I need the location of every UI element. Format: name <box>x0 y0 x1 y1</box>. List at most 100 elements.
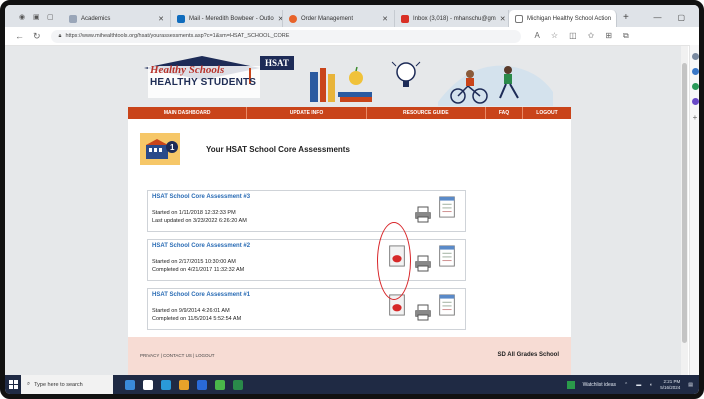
school-building-icon: 1 <box>140 133 180 165</box>
assessment-title-link[interactable]: HSAT School Core Assessment #2 <box>152 243 250 249</box>
refresh-icon[interactable]: ↻ <box>33 31 41 42</box>
address-bar-icons: A ☆ ◫ ✩ ⊞ ⧉ <box>535 31 629 41</box>
document-icon[interactable] <box>438 294 456 316</box>
clock-date: 5/16/2024 <box>660 384 681 390</box>
notifications-icon[interactable]: ▤ <box>688 382 693 388</box>
close-icon[interactable]: ✕ <box>382 15 388 23</box>
tab-label: Mail - Meredith Bowbeer - Outlo <box>189 15 274 22</box>
maximize-icon[interactable]: ▢ <box>677 13 685 22</box>
tab-label: Order Management <box>301 15 354 22</box>
taskbar-search[interactable]: ⌕ Type here to search <box>21 375 113 394</box>
outlook-icon[interactable] <box>197 379 207 390</box>
search-placeholder: Type here to search <box>34 381 83 388</box>
nav-resource-guide[interactable]: RESOURCE GUIDE <box>367 107 486 119</box>
nav-update-info[interactable]: UPDATE INFO <box>247 107 367 119</box>
extensions-icon[interactable]: ⧉ <box>623 31 629 41</box>
browser-sidebar: + <box>689 45 699 375</box>
assessment-title-link[interactable]: HSAT School Core Assessment #1 <box>152 292 250 298</box>
new-tab-button[interactable]: + <box>617 12 629 27</box>
favorite-star-icon[interactable]: ☆ <box>551 31 558 41</box>
excel-icon[interactable] <box>233 379 243 390</box>
search-icon: ⌕ <box>27 381 31 387</box>
favorites-icon[interactable]: ✩ <box>588 31 595 41</box>
assessment-card: HSAT School Core Assessment #1 Started o… <box>147 288 466 330</box>
nav-main-dashboard[interactable]: MAIN DASHBOARD <box>128 107 248 119</box>
tab-order-management[interactable]: Order Management ✕ <box>283 10 395 27</box>
system-tray: Watchlist ideas ⌃ ▬ ◖ 2:21 PM 5/16/2024 … <box>566 379 699 391</box>
clock[interactable]: 2:21 PM 5/16/2024 <box>660 379 680 391</box>
taskbar-apps <box>125 379 243 390</box>
nav-logout[interactable]: LOGOUT <box>523 107 571 119</box>
url-field[interactable]: 🔒︎ https://www.mihealthtools.org/hsat/yo… <box>50 29 521 43</box>
close-icon[interactable]: ✕ <box>500 15 506 23</box>
document-icon[interactable] <box>438 245 456 267</box>
watchlist-text[interactable]: Watchlist ideas <box>583 382 616 388</box>
printer-icon[interactable] <box>414 301 432 323</box>
mail-icon <box>177 14 185 23</box>
scrollbar-thumb[interactable] <box>682 63 687 343</box>
footer-links[interactable]: PRIVACY | CONTACT US | LOGOUT <box>140 353 215 358</box>
read-aloud-icon[interactable]: A <box>535 31 540 41</box>
page-title: Your HSAT School Core Assessments <box>206 145 350 154</box>
back-icon[interactable]: ← <box>15 31 24 42</box>
lock-icon: 🔒︎ <box>58 32 62 39</box>
edge-icon[interactable] <box>161 379 171 390</box>
svg-text:1: 1 <box>170 143 175 152</box>
printer-icon[interactable] <box>414 252 432 274</box>
profile-icon[interactable]: ◉ <box>19 14 27 22</box>
assessment-completed: Completed on 11/5/2014 5:52:54 AM <box>152 316 242 322</box>
page-icon <box>515 14 523 23</box>
watchlist-icon <box>566 380 575 389</box>
tab-label: Michigan Healthy School Action <box>527 15 612 22</box>
collections-icon[interactable]: ⊞ <box>605 31 612 41</box>
order-icon <box>289 14 297 23</box>
browser-tab-strip: ◉ ▣ ▢ Academics ✕ Mail - Meredith Bowbee… <box>5 5 699 27</box>
web-page: Healthy Schools HEALTHY STUDENTS HSAT MA… <box>5 46 688 375</box>
tab-actions-icon[interactable]: ▢ <box>47 14 55 22</box>
site-footer: PRIVACY | CONTACT US | LOGOUT SD All Gra… <box>128 337 571 375</box>
file-explorer-icon[interactable] <box>143 379 153 390</box>
banner-illustration-icon <box>310 61 553 106</box>
printer-icon[interactable] <box>414 203 432 225</box>
tray-chevron-icon[interactable]: ⌃ <box>624 382 628 388</box>
logo-subtitle: HEALTHY STUDENTS <box>150 77 257 88</box>
assessment-updated: Last updated on 3/23/2022 6:26:20 AM <box>152 218 247 224</box>
tab-controls: ◉ ▣ ▢ <box>5 14 63 27</box>
tab-label: Inbox (3,018) - mhanschu@gm <box>413 15 496 22</box>
task-view-icon[interactable] <box>125 379 135 390</box>
chrome-icon[interactable] <box>215 379 225 390</box>
workspaces-icon[interactable]: ▣ <box>33 14 41 22</box>
folder-icon <box>69 14 77 23</box>
office-icon[interactable] <box>691 98 699 105</box>
main-nav-bar: MAIN DASHBOARD UPDATE INFO RESOURCE GUID… <box>128 107 571 119</box>
nav-faq[interactable]: FAQ <box>486 107 523 119</box>
tab-inbox[interactable]: Inbox (3,018) - mhanschu@gm ✕ <box>395 10 509 27</box>
document-icon[interactable] <box>438 196 456 218</box>
assessment-title-link[interactable]: HSAT School Core Assessment #3 <box>152 194 250 200</box>
address-bar: ← ↻ 🔒︎ https://www.mihealthtools.org/hsa… <box>5 27 699 46</box>
discover-icon[interactable] <box>691 68 699 75</box>
add-icon[interactable]: + <box>690 113 699 122</box>
network-icon[interactable]: ▬ <box>636 382 641 388</box>
red-annotation-circle <box>377 222 411 300</box>
tab-mail[interactable]: Mail - Meredith Bowbeer - Outlo ✕ <box>171 10 283 27</box>
hsat-site: Healthy Schools HEALTHY STUDENTS HSAT MA… <box>128 46 571 375</box>
window-controls: — ▢ <box>653 13 699 27</box>
search-icon[interactable] <box>691 53 699 60</box>
tab-michigan-healthy-school[interactable]: Michigan Healthy School Action ✕ <box>509 10 617 27</box>
folder-icon[interactable] <box>179 379 189 390</box>
volume-icon[interactable]: ◖ <box>649 382 652 388</box>
tab-label: Academics <box>81 15 111 22</box>
minimize-icon[interactable]: — <box>653 13 661 22</box>
url-text: https://www.mihealthtools.org/hsat/youra… <box>65 33 290 39</box>
assessment-completed: Completed on 4/21/2017 11:32:32 AM <box>152 267 245 273</box>
split-screen-icon[interactable]: ◫ <box>569 31 577 41</box>
close-icon[interactable]: ✕ <box>158 15 164 23</box>
assessment-started: Started on 9/9/2014 4:26:01 AM <box>152 308 230 314</box>
windows-start-icon[interactable] <box>5 375 21 394</box>
logo-title: Healthy Schools <box>150 64 225 76</box>
tools-icon[interactable] <box>691 83 699 90</box>
tab-academics[interactable]: Academics ✕ <box>63 10 171 27</box>
site-banner: Healthy Schools HEALTHY STUDENTS HSAT <box>128 46 571 107</box>
main-content: 1 Your HSAT School Core Assessments HSAT… <box>128 119 571 337</box>
